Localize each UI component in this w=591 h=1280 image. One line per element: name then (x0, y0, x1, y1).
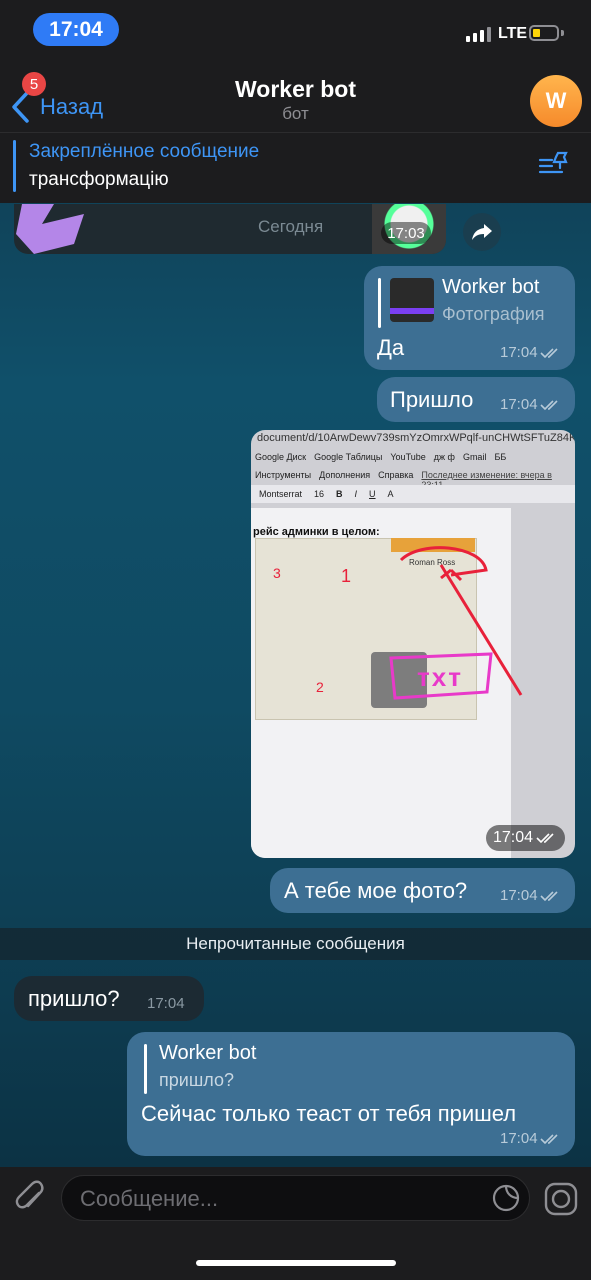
message-time: 17:04 (500, 887, 538, 904)
reply-quote-bar (144, 1044, 147, 1094)
message-text: Сейчас только теаст от тебя пришел (141, 1101, 517, 1126)
share-arrow-icon (472, 224, 492, 240)
message-time: 17:04 (500, 1130, 538, 1147)
message-bubble-outgoing[interactable]: Worker bot пришло? Сейчас только теаст о… (127, 1032, 575, 1156)
battery-tip (561, 30, 564, 36)
message-text: пришло? (28, 986, 120, 1011)
photo-red-annotations: 1 3 2 (273, 546, 523, 700)
message-meta: 17:04 (500, 1130, 562, 1147)
message-bubble-incoming[interactable]: пришло? 17:04 (14, 976, 204, 1021)
pinned-accent-bar (13, 140, 16, 192)
share-button[interactable] (463, 213, 501, 251)
photo-meta: 17:04 (486, 825, 565, 851)
message-meta: 17:04 (500, 887, 562, 904)
message-bubble-outgoing[interactable]: Пришло 17:04 (377, 377, 575, 422)
sticker-icon[interactable] (491, 1183, 521, 1213)
chat-subtitle: бот (282, 104, 309, 123)
svg-text:1: 1 (341, 566, 351, 586)
double-check-icon (539, 1133, 558, 1144)
reply-preview: пришло? (159, 1070, 234, 1090)
unread-divider: Непрочитанные сообщения (0, 928, 591, 960)
double-check-icon (539, 890, 558, 901)
network-label: LTE (498, 25, 528, 42)
message-placeholder: Сообщение... (80, 1186, 219, 1211)
message-bubble-outgoing[interactable]: А тебе мое фото? 17:04 (270, 868, 575, 913)
camera-icon[interactable] (543, 1181, 579, 1217)
photo-message[interactable]: document/d/10ArwDewv739smYzOmrxWPqlf-unC… (251, 430, 575, 858)
message-meta: 17:04 (500, 344, 562, 361)
svg-text:2: 2 (316, 679, 324, 695)
home-indicator (196, 1260, 396, 1266)
pin-list-icon[interactable] (538, 150, 570, 178)
double-check-icon (536, 833, 554, 844)
chat-title[interactable]: Worker bot (0, 76, 591, 103)
message-time: 17:04 (492, 829, 534, 846)
message-time: 17:04 (500, 344, 538, 361)
reply-thumbnail (390, 278, 434, 322)
photo-annotation-text: тхт (417, 662, 463, 692)
media-time: 17:03 (381, 222, 431, 244)
date-label: Сегодня (258, 217, 324, 236)
status-time: 17:04 (33, 13, 119, 46)
message-text: А тебе мое фото? (284, 878, 468, 903)
reply-preview: Фотография (442, 304, 545, 324)
svg-text:3: 3 (273, 565, 281, 581)
message-text: Да (377, 335, 405, 360)
avatar[interactable]: W (530, 75, 582, 127)
pinned-text: трансформацію (29, 169, 169, 190)
double-check-icon (539, 399, 558, 410)
reply-quote-bar (378, 278, 381, 328)
pinned-title: Закреплённое сообщение (29, 141, 260, 162)
message-text: Пришло (390, 387, 474, 412)
message-time: 17:04 (147, 995, 185, 1012)
message-time: 17:04 (500, 396, 538, 413)
signal-icon (466, 27, 491, 42)
message-bubble-outgoing[interactable]: Worker bot Фотография Да 17:04 (364, 266, 575, 370)
attach-icon[interactable] (14, 1180, 48, 1218)
sticker-preview-icon (16, 204, 84, 254)
double-check-icon (539, 347, 558, 358)
message-meta: 17:04 (500, 396, 562, 413)
reply-sender: Worker bot (442, 276, 540, 298)
reply-sender: Worker bot (159, 1042, 257, 1064)
battery-icon (529, 25, 559, 41)
